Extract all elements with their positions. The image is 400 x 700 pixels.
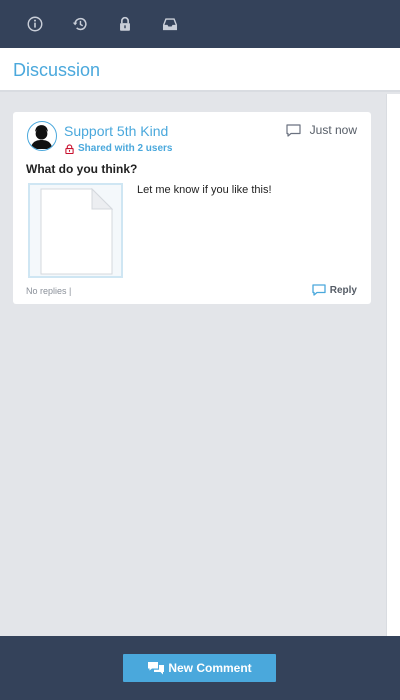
history-icon[interactable] <box>70 14 90 34</box>
shared-info[interactable]: Shared with 2 users <box>65 143 172 154</box>
discussion-header: Discussion <box>0 48 400 92</box>
author-name[interactable]: Support 5th Kind <box>64 123 168 139</box>
scrollbar[interactable] <box>386 94 400 636</box>
page-title: Discussion <box>13 60 101 80</box>
new-comment-label: New Comment <box>168 661 252 675</box>
document-icon <box>40 188 113 275</box>
post-title: What do you think? <box>26 162 138 176</box>
user-silhouette-icon <box>30 125 53 149</box>
lock-icon[interactable] <box>115 14 135 34</box>
chat-bubbles-icon <box>147 661 165 676</box>
info-icon[interactable] <box>25 14 45 34</box>
attachment-thumbnail[interactable] <box>28 183 123 278</box>
shared-with-label: Shared with 2 users <box>78 143 173 154</box>
timestamp: Just now <box>309 123 357 137</box>
top-toolbar <box>0 0 400 48</box>
reply-icon <box>312 284 326 296</box>
post-message: Let me know if you like this! <box>137 184 272 196</box>
discussion-list: Support 5th Kind Shared with 2 users Jus… <box>0 94 386 636</box>
comment-icon <box>286 123 301 137</box>
post-meta: Just now <box>286 123 357 137</box>
replies-count[interactable]: No replies | <box>26 286 71 296</box>
lock-icon <box>65 143 74 154</box>
reply-button[interactable]: Reply <box>312 284 357 296</box>
inbox-icon[interactable] <box>160 14 180 34</box>
comment-card: Support 5th Kind Shared with 2 users Jus… <box>13 112 371 304</box>
new-comment-button[interactable]: New Comment <box>123 654 276 682</box>
footer-bar: New Comment <box>0 636 400 700</box>
reply-label: Reply <box>329 284 357 296</box>
avatar[interactable] <box>27 121 57 151</box>
